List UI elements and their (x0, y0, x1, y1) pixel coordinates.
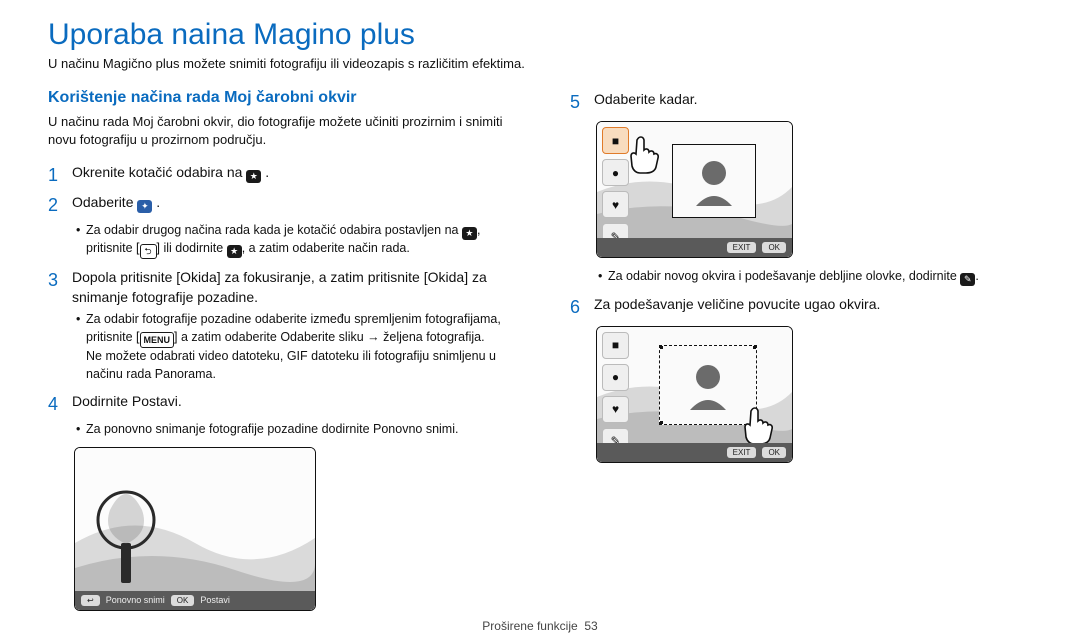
portrait-icon (684, 151, 744, 211)
portrait-icon (678, 355, 738, 415)
step-3-bullet-l1: Za odabir fotografije pozadine odaberite… (86, 312, 501, 326)
step-3-bullet-l3: Ne možete odabrati video datoteku, GIF d… (86, 349, 496, 381)
resize-handle-tl[interactable] (659, 345, 663, 349)
page-footer: Proširene funkcije 53 (48, 619, 1032, 633)
tree-landscape-illustration (75, 448, 315, 610)
frame-shape-heart-button[interactable]: ♥ (602, 191, 629, 218)
menu-button-icon: MENU (140, 332, 175, 348)
step-3-bullet-l2c: → željena fotografija. (364, 330, 485, 344)
footer-page-number: 53 (584, 619, 597, 633)
resize-handle-bl[interactable] (659, 421, 663, 425)
step-2-bullet: Za odabir drugog načina rada kada je kot… (76, 222, 510, 259)
figure-select-frame: ■ ● ♥ ✎ EXIT OK (596, 121, 793, 258)
section-title: Korištenje načina rada Moj čarobni okvir (48, 89, 510, 107)
step-2: 2 Odaberite ✦ . (48, 192, 510, 218)
step-2-bullet-l2a: pritisnite [ (86, 241, 140, 255)
exit-key[interactable]: EXIT (727, 242, 757, 253)
section-subtitle: U načinu rada Moj čarobni okvir, dio fot… (48, 113, 510, 148)
mode-star-solid-icon: ★ (227, 245, 242, 258)
shutter-label-1: Okida (180, 269, 217, 285)
step-number: 3 (48, 267, 62, 308)
step-2-text-b: . (156, 194, 160, 210)
select-image-label: Odaberite sliku (280, 330, 363, 344)
frame-shape-square-button[interactable]: ■ (602, 332, 629, 359)
step-1-text-b: . (265, 164, 269, 180)
back-button-icon: ⮌ (140, 244, 157, 259)
step-6-text: Za podešavanje veličine povucite ugao ok… (594, 296, 880, 312)
step-2-bullet-l1a: Za odabir drugog načina rada kada je kot… (86, 223, 462, 237)
set-label: Postavi (132, 393, 178, 409)
step-5: 5 Odaberite kadar. (570, 89, 1032, 115)
step-5-bullet-b: . (975, 269, 978, 283)
ok-key[interactable]: OK (762, 242, 786, 253)
ok-key[interactable]: OK (171, 595, 195, 606)
frame-shape-circle-button[interactable]: ● (602, 364, 629, 391)
step-4-bullet-b: . (455, 422, 458, 436)
step-5-bullet: Za odabir novog okvira i podešavanje deb… (598, 268, 1032, 286)
step-3: 3 Dopola pritisnite [Okida] za fokusiran… (48, 267, 510, 308)
portrait-frame[interactable] (672, 144, 756, 218)
step-4-text-b: . (178, 393, 182, 409)
step-6: 6 Za podešavanje veličine povucite ugao … (570, 294, 1032, 320)
left-column: Korištenje načina rada Moj čarobni okvir… (48, 89, 510, 611)
mode-dial-star-icon: ★ (246, 170, 261, 183)
step-2-bullet-l2b: ] ili dodirnite (157, 241, 227, 255)
figure-2-statusbar: EXIT OK (597, 238, 792, 257)
shutter-label-2: Okida (428, 269, 465, 285)
frame-shape-toolbar: ■ ● ♥ ✎ (602, 332, 629, 455)
magic-frame-icon: ✦ (137, 200, 152, 213)
figure-background-scene: ↩ Ponovno snimi OK Postavi (74, 447, 316, 611)
step-2-text-a: Odaberite (72, 194, 137, 210)
mode-dial-star-icon: ★ (462, 227, 477, 240)
step-1: 1 Okrenite kotačić odabira na ★ . (48, 162, 510, 188)
step-3-bullet-l2a: pritisnite [ (86, 330, 140, 344)
step-3-bullet: Za odabir fotografije pozadine odaberite… (76, 311, 510, 383)
step-number: 6 (570, 294, 584, 320)
figure-1-statusbar: ↩ Ponovno snimi OK Postavi (75, 591, 315, 610)
step-4-bullet-a: Za ponovno snimanje fotografije pozadine… (86, 422, 373, 436)
figure-3-statusbar: EXIT OK (597, 443, 792, 462)
step-4-bullet: Za ponovno snimanje fotografije pozadine… (76, 421, 510, 439)
touch-hand-icon (737, 405, 777, 445)
right-column: 5 Odaberite kadar. ■ ● ♥ ✎ (570, 89, 1032, 611)
page-title: Uporaba naina Magino plus (48, 18, 1032, 52)
step-3-text-b: ] za fokusiranje, a zatim pritisnite [ (217, 269, 428, 285)
step-number: 2 (48, 192, 62, 218)
step-5-bullet-a: Za odabir novog okvira i podešavanje deb… (608, 269, 960, 283)
step-5-text: Odaberite kadar. (594, 91, 698, 107)
step-4: 4 Dodirnite Postavi. (48, 391, 510, 417)
figure-resize-frame: ■ ● ♥ ✎ EXIT OK (596, 326, 793, 463)
reshoot-label: Ponovno snimi (373, 422, 455, 436)
footer-label: Proširene funkcije (482, 619, 577, 633)
ok-key-label: Postavi (200, 595, 230, 605)
pen-settings-icon: ✎ (960, 273, 975, 286)
step-number: 1 (48, 162, 62, 188)
back-key-label: Ponovno snimi (106, 595, 165, 605)
step-2-bullet-l2c: , a zatim odaberite način rada. (242, 241, 410, 255)
step-4-text-a: Dodirnite (72, 393, 132, 409)
ok-key[interactable]: OK (762, 447, 786, 458)
frame-shape-heart-button[interactable]: ♥ (602, 396, 629, 423)
resize-handle-tr[interactable] (753, 345, 757, 349)
step-3-text-a: Dopola pritisnite [ (72, 269, 180, 285)
step-number: 5 (570, 89, 584, 115)
touch-hand-icon (623, 134, 663, 174)
exit-key[interactable]: EXIT (727, 447, 757, 458)
step-3-bullet-l2b: ] a zatim odaberite (174, 330, 280, 344)
step-number: 4 (48, 391, 62, 417)
step-1-text-a: Okrenite kotačić odabira na (72, 164, 246, 180)
intro-text: U načinu Magično plus možete snimiti fot… (48, 56, 1032, 71)
back-key[interactable]: ↩ (81, 595, 100, 606)
step-2-bullet-l1b: , (477, 223, 480, 237)
